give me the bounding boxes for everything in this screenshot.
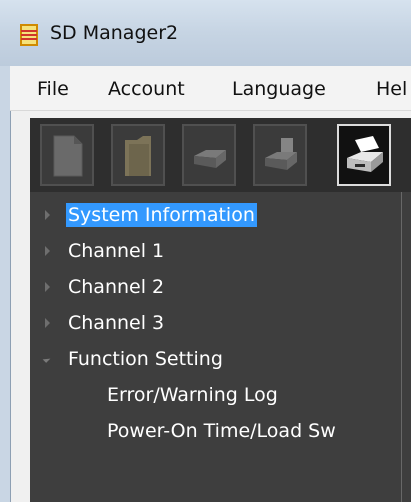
- menu-account[interactable]: Account: [108, 78, 185, 100]
- menu-bar: File Account Language Hel: [10, 66, 411, 111]
- tree-item-label: Channel 3: [68, 312, 165, 334]
- device-icon: [194, 150, 226, 168]
- expand-arrow-icon[interactable]: [45, 318, 50, 328]
- tree-item-channel-1[interactable]: Channel 1: [30, 237, 401, 267]
- collapse-arrow-icon[interactable]: [42, 355, 51, 363]
- expand-arrow-icon[interactable]: [45, 282, 50, 292]
- tree-item-label: Error/Warning Log: [107, 384, 278, 406]
- tree-item-channel-2[interactable]: Channel 2: [30, 273, 401, 303]
- tree-item-label: Channel 2: [68, 276, 165, 298]
- expand-arrow-icon[interactable]: [45, 210, 50, 220]
- tree-item-function-setting[interactable]: Function Setting: [30, 345, 401, 375]
- tree-item-error-warning-log[interactable]: Error/Warning Log: [30, 381, 401, 411]
- tree-item-label: Channel 1: [68, 240, 165, 262]
- pane-splitter[interactable]: [401, 192, 411, 502]
- tree-item-label: System Information: [66, 203, 257, 227]
- toolbar-button-document[interactable]: [40, 124, 94, 186]
- expand-arrow-icon[interactable]: [45, 246, 50, 256]
- navigation-tree: System Information Channel 1 Channel 2 C…: [30, 192, 401, 502]
- toolbar-button-device[interactable]: [182, 124, 236, 186]
- toolbar: [30, 118, 411, 192]
- menu-file[interactable]: File: [37, 78, 69, 100]
- tree-item-power-on-time-load-switch[interactable]: Power-On Time/Load Sw: [30, 417, 401, 447]
- document-icon: [53, 135, 83, 177]
- tree-item-system-information[interactable]: System Information: [30, 201, 401, 231]
- menu-language[interactable]: Language: [232, 78, 326, 100]
- menu-help[interactable]: Hel: [376, 78, 407, 100]
- toolbar-button-folder[interactable]: [111, 124, 165, 186]
- title-bar: SD Manager2: [0, 0, 411, 66]
- tree-item-channel-3[interactable]: Channel 3: [30, 309, 401, 339]
- app-icon: [20, 24, 38, 46]
- tree-item-label: Function Setting: [68, 348, 223, 370]
- toolbar-button-printer-device[interactable]: [337, 124, 391, 186]
- printer-device-icon: [347, 136, 383, 172]
- tree-item-label: Power-On Time/Load Sw: [107, 420, 336, 442]
- device-export-icon: [265, 138, 297, 170]
- toolbar-button-device-export[interactable]: [253, 124, 307, 186]
- folder-icon: [125, 136, 151, 176]
- window-title: SD Manager2: [50, 22, 179, 44]
